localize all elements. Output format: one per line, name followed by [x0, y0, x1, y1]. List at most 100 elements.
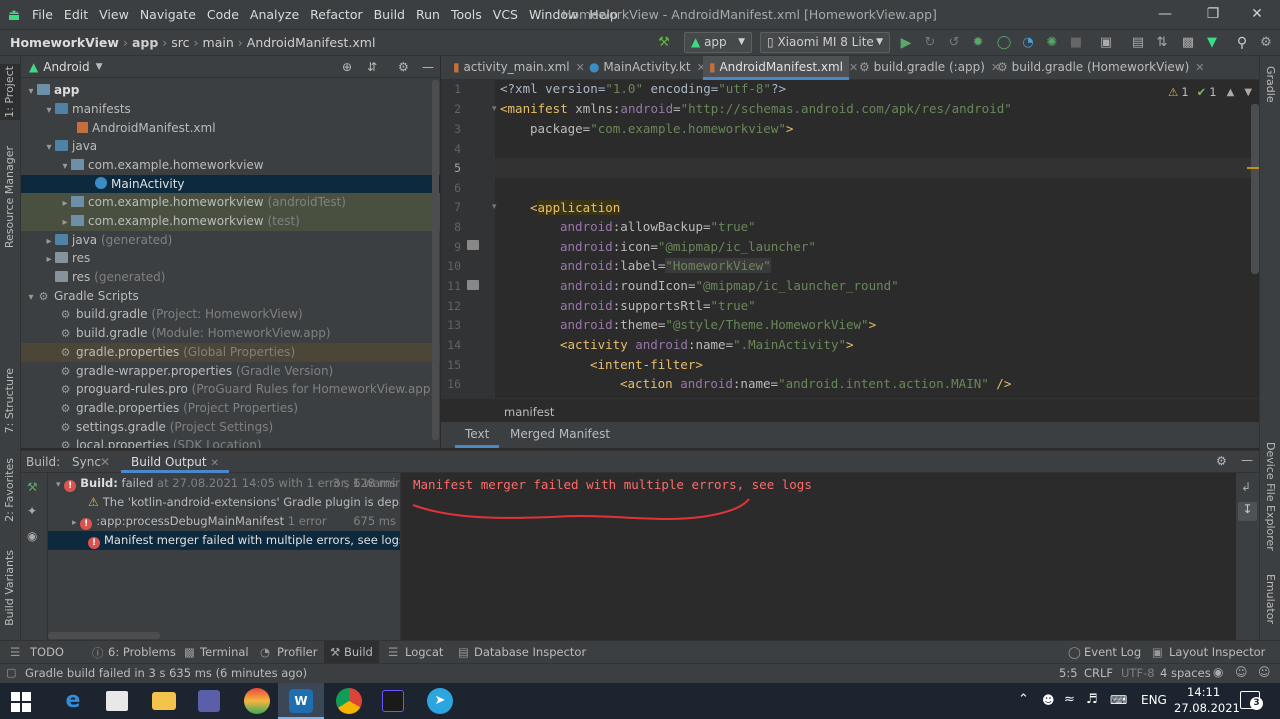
tree-item-package-main[interactable]: ▾ com.example.homeworkview: [21, 156, 440, 175]
hammer-icon[interactable]: ⚒: [27, 480, 38, 494]
run-icon[interactable]: ▶: [898, 35, 914, 51]
tool-database-inspector[interactable]: Database Inspector: [474, 645, 586, 659]
tool-event-log[interactable]: Event Log: [1084, 645, 1141, 659]
gear-icon[interactable]: ⚙: [398, 60, 409, 74]
menu-run[interactable]: Run: [416, 7, 440, 22]
run-config-select[interactable]: ▲ app ▼: [684, 32, 752, 53]
chrome-icon[interactable]: [336, 688, 362, 714]
tree-item-build-gradle-module[interactable]: ⚙ build.gradle (Module: HomeworkView.app): [21, 324, 440, 343]
breadcrumb-main[interactable]: main: [203, 35, 234, 50]
hide-panel-icon[interactable]: —: [1241, 453, 1253, 467]
tab-build-gradle-project[interactable]: ⚙ build.gradle (HomeworkView) ✕: [991, 56, 1205, 80]
chevron-up-icon[interactable]: ⌃: [1018, 692, 1029, 707]
tab-resource-manager[interactable]: Resource Manager: [3, 146, 16, 248]
device-select[interactable]: ▯ Xiaomi MI 8 Lite ▼: [760, 32, 890, 53]
locate-icon[interactable]: ⊕: [342, 60, 352, 74]
line-separator[interactable]: CRLF: [1084, 666, 1113, 680]
editor-scrollbar[interactable]: [1251, 104, 1259, 274]
tree-item-gradle-wrapper[interactable]: ⚙ gradle-wrapper.properties (Gradle Versi…: [21, 362, 440, 381]
lock-icon[interactable]: ◉: [1213, 665, 1223, 679]
apply-changes-icon[interactable]: ↻: [922, 35, 938, 51]
breadcrumb-file[interactable]: AndroidManifest.xml: [247, 35, 376, 50]
hide-panel-icon[interactable]: —: [422, 60, 434, 74]
tree-item-gradle-scripts[interactable]: ▾ ⚙ Gradle Scripts: [21, 287, 440, 306]
scroll-to-end-icon[interactable]: ↧: [1238, 502, 1257, 521]
tab-favorites[interactable]: 2: Favorites: [3, 458, 16, 522]
clock-date[interactable]: 27.08.2021: [1174, 701, 1240, 715]
project-scrollbar[interactable]: [432, 80, 439, 440]
tree-item-res[interactable]: ▸ res: [21, 249, 440, 268]
collapse-all-icon[interactable]: ⇵: [367, 60, 377, 74]
build-row-summary[interactable]: ▾ ! Build: failed at 27.08.2021 14:05 wit…: [48, 474, 400, 493]
breadcrumb-project[interactable]: HomeworkView: [10, 35, 119, 50]
tree-item-gradle-properties-global[interactable]: ⚙ gradle.properties (Global Properties): [21, 343, 440, 362]
inspector-face-icon[interactable]: ☺: [1235, 665, 1248, 679]
profile-icon[interactable]: ◯: [996, 35, 1012, 51]
tab-device-file-explorer[interactable]: Device File Explorer: [1264, 442, 1277, 551]
image-preview-icon[interactable]: [467, 240, 479, 250]
tree-item-java-generated[interactable]: ▸ java (generated): [21, 231, 440, 250]
apply-code-changes-icon[interactable]: ↺: [946, 35, 962, 51]
build-row-warning[interactable]: ⚠ The 'kotlin-android-extensions' Gradle …: [48, 493, 400, 512]
tab-androidmanifest[interactable]: ▮ AndroidManifest.xml ✕: [703, 56, 858, 80]
volume-icon[interactable]: ♬: [1086, 692, 1098, 707]
file-encoding[interactable]: UTF-8: [1121, 666, 1155, 680]
tab-emulator[interactable]: Emulator: [1264, 574, 1277, 624]
tab-mainactivity[interactable]: ● MainActivity.kt ✕: [583, 56, 706, 80]
layout-icon[interactable]: ▤: [1130, 35, 1146, 51]
language-indicator[interactable]: ENG: [1141, 693, 1167, 707]
tab-text[interactable]: Text: [455, 422, 500, 448]
tool-profiler[interactable]: Profiler: [277, 645, 318, 659]
tree-item-java[interactable]: ▾ java: [21, 137, 440, 156]
tool-problems[interactable]: 6: Problems: [108, 645, 176, 659]
settings-icon[interactable]: ⚙: [1258, 35, 1274, 51]
inspection-widget[interactable]: ⚠ 1 ✔ 1 ▲ ▼: [1168, 85, 1252, 99]
clock-time[interactable]: 14:11: [1187, 685, 1220, 699]
tool-logcat[interactable]: Logcat: [405, 645, 443, 659]
keyboard-icon[interactable]: ⌨: [1110, 693, 1127, 707]
windows-start-icon[interactable]: [11, 692, 31, 712]
build-row-error[interactable]: ! Manifest merger failed with multiple er…: [48, 531, 400, 550]
hammer-icon[interactable]: ⚒: [656, 35, 672, 51]
tool-layout-inspector[interactable]: Layout Inspector: [1169, 645, 1265, 659]
search-icon[interactable]: ⚲: [1234, 35, 1250, 51]
build-output-console[interactable]: Manifest merger failed with multiple err…: [400, 473, 1236, 640]
menu-code[interactable]: Code: [207, 7, 239, 22]
eye-icon[interactable]: ◉: [27, 529, 37, 543]
tree-item-app[interactable]: ▾ app: [21, 81, 440, 100]
breadcrumb-app[interactable]: app: [132, 35, 158, 50]
tree-item-gradle-properties-project[interactable]: ⚙ gradle.properties (Project Properties): [21, 399, 440, 418]
tree-item-mainactivity[interactable]: MainActivity: [21, 175, 440, 194]
git-face-icon[interactable]: ☺: [1258, 665, 1271, 679]
fold-icon[interactable]: ▾: [492, 202, 497, 212]
tree-item-settings-gradle[interactable]: ⚙ settings.gradle (Project Settings): [21, 418, 440, 437]
pin-icon[interactable]: ✦: [27, 504, 37, 518]
taskbar-active-app[interactable]: W: [278, 683, 324, 719]
close-button[interactable]: ✕: [1234, 0, 1280, 29]
tree-item-res-generated[interactable]: res (generated): [21, 268, 440, 287]
menu-view[interactable]: View: [99, 7, 129, 22]
build-row-task[interactable]: ▸ !:app:processDebugMainManifest 1 error…: [48, 512, 400, 531]
sync-gradle-icon[interactable]: ⇅: [1154, 35, 1170, 51]
people-icon[interactable]: ☻: [1042, 693, 1055, 707]
jetbrains-icon[interactable]: [382, 690, 404, 712]
image-preview-icon[interactable]: [467, 280, 479, 290]
maximize-button[interactable]: ❐: [1190, 0, 1236, 29]
warning-stripe-mark[interactable]: [1247, 167, 1259, 169]
menu-build[interactable]: Build: [374, 7, 405, 22]
debug-icon[interactable]: ✹: [970, 35, 986, 51]
device-manager-icon[interactable]: ▣: [1098, 35, 1114, 51]
colorful-app-icon[interactable]: [244, 688, 270, 714]
tab-activity-main[interactable]: ▮ activity_main.xml ✕: [447, 56, 585, 80]
indent-setting[interactable]: 4 spaces: [1160, 666, 1211, 680]
save-app-icon[interactable]: [198, 690, 220, 712]
tree-item-package-androidtest[interactable]: ▸ com.example.homeworkview (androidTest): [21, 193, 440, 212]
menu-refactor[interactable]: Refactor: [310, 7, 362, 22]
menu-edit[interactable]: Edit: [64, 7, 88, 22]
telegram-icon[interactable]: ➤: [427, 688, 453, 714]
notification-center-icon[interactable]: 3: [1240, 691, 1263, 710]
tree-item-local-properties[interactable]: ⚙ local.properties (SDK Location): [21, 436, 440, 448]
build-tree-scrollbar[interactable]: [48, 632, 160, 639]
tree-item-build-gradle-project[interactable]: ⚙ build.gradle (Project: HomeworkView): [21, 305, 440, 324]
tab-gradle[interactable]: Gradle: [1264, 66, 1277, 103]
